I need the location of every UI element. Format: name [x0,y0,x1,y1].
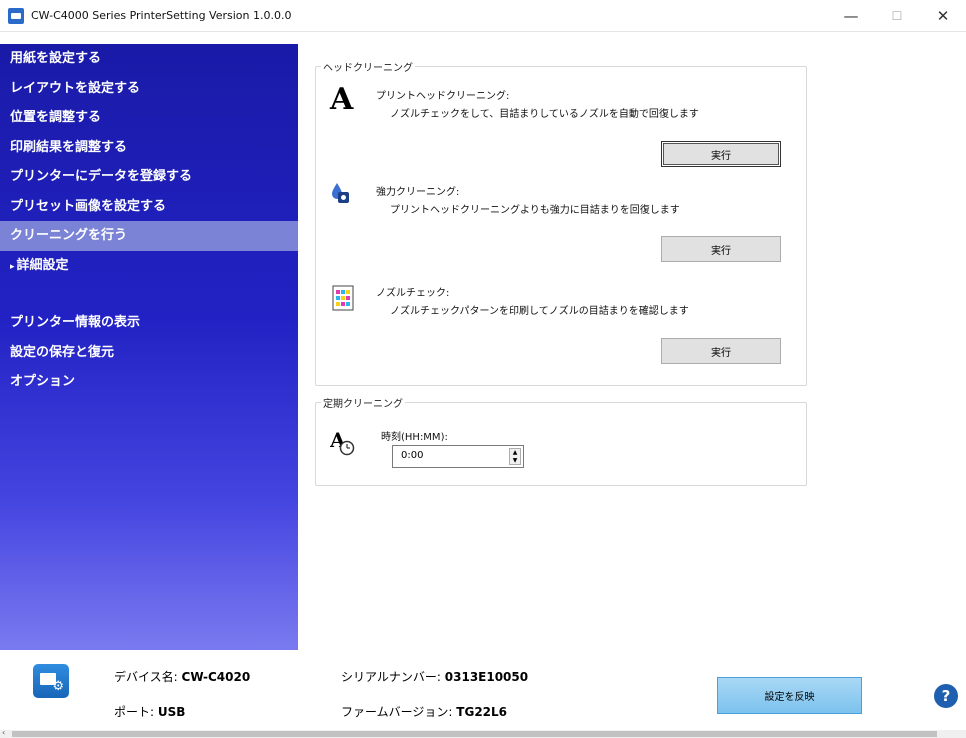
minimize-button[interactable]: — [828,0,874,32]
sidebar-item-print-result[interactable]: 印刷結果を調整する [0,133,298,163]
sidebar-item-label: 詳細設定 [16,257,69,273]
scheduled-clock-icon: A [330,429,355,456]
sidebar-item-preset-image[interactable]: プリセット画像を設定する [0,192,298,222]
print-head-cleaning-button[interactable]: 実行 [661,141,781,167]
sidebar-item-printer-info[interactable]: プリンター情報の表示 [0,308,298,338]
group-label: 定期クリーニング [321,395,405,410]
printer-settings-icon: ⚙ [33,664,69,698]
head-cleaning-group: ヘッドクリーニング A プリントヘッドクリーニング: ノズルチェックをして、目詰… [315,59,807,386]
print-head-cleaning-desc: ノズルチェックをして、目詰まりしているノズルを自動で回復します [390,109,699,120]
firmware-version: ファームバージョン: TG22L6 [341,705,508,719]
sidebar-item-options[interactable]: オプション [0,367,298,397]
window-controls: — ☐ ✕ [828,0,966,32]
window-title: CW-C4000 Series PrinterSetting Version 1… [31,9,292,22]
periodic-cleaning-group: 定期クリーニング A 時刻(HH:MM): 0:00 ▲ ▼ [315,395,807,486]
serial-number: シリアルナンバー: 0313E10050 [341,670,529,684]
scrollbar-thumb[interactable] [12,731,937,737]
group-label: ヘッドクリーニング [321,59,415,74]
time-label: 時刻(HH:MM): [381,432,448,443]
sidebar-item-register-data[interactable]: プリンターにデータを登録する [0,162,298,192]
power-cleaning-desc: プリントヘッドクリーニングよりも強力に目詰まりを回復します [390,205,680,216]
nozzle-check-button[interactable]: 実行 [661,338,781,364]
nozzle-check-title: ノズルチェック: [376,288,450,299]
print-head-cleaning-icon: A [330,82,354,117]
scroll-left-icon[interactable]: ‹ [2,728,5,737]
spin-up-icon[interactable]: ▲ [510,449,520,457]
print-head-cleaning-title: プリントヘッドクリーニング: [376,91,510,102]
main-panel: ヘッドクリーニング A プリントヘッドクリーニング: ノズルチェックをして、目詰… [298,44,966,650]
close-button[interactable]: ✕ [920,0,966,32]
horizontal-scrollbar[interactable]: ‹ [0,728,966,738]
apply-settings-button[interactable]: 設定を反映 [717,677,862,714]
spinner-buttons: ▲ ▼ [509,448,521,465]
port: ポート: USB [114,705,186,719]
time-spinner[interactable]: 0:00 ▲ ▼ [392,445,524,468]
power-cleaning-icon [332,183,349,203]
sidebar-item-advanced[interactable]: ▸ 詳細設定 [0,251,298,281]
power-cleaning-title: 強力クリーニング: [376,187,460,198]
spin-down-icon[interactable]: ▼ [510,457,520,465]
device-name: デバイス名: CW-C4020 [114,670,251,684]
sidebar-item-cleaning[interactable]: クリーニングを行う [0,221,298,251]
maximize-button[interactable]: ☐ [874,0,920,32]
help-icon[interactable]: ? [934,684,958,708]
sidebar-item-backup-restore[interactable]: 設定の保存と復元 [0,338,298,368]
time-input[interactable]: 0:00 [401,450,423,461]
nozzle-check-desc: ノズルチェックパターンを印刷してノズルの目詰まりを確認します [390,306,689,317]
sidebar-item-paper[interactable]: 用紙を設定する [0,44,298,74]
gear-icon: ⚙ [52,679,64,694]
expand-arrow-icon: ▸ [10,261,15,272]
title-bar: CW-C4000 Series PrinterSetting Version 1… [0,0,966,32]
sidebar-item-position[interactable]: 位置を調整する [0,103,298,133]
app-icon [8,7,24,24]
nozzle-check-icon [332,285,354,311]
power-cleaning-button[interactable]: 実行 [661,236,781,262]
sidebar: 用紙を設定する レイアウトを設定する 位置を調整する 印刷結果を調整する プリン… [0,44,298,650]
status-footer: ⚙ デバイス名: CW-C4020 ポート: USB シリアルナンバー: 031… [0,650,966,730]
sidebar-item-layout[interactable]: レイアウトを設定する [0,74,298,104]
